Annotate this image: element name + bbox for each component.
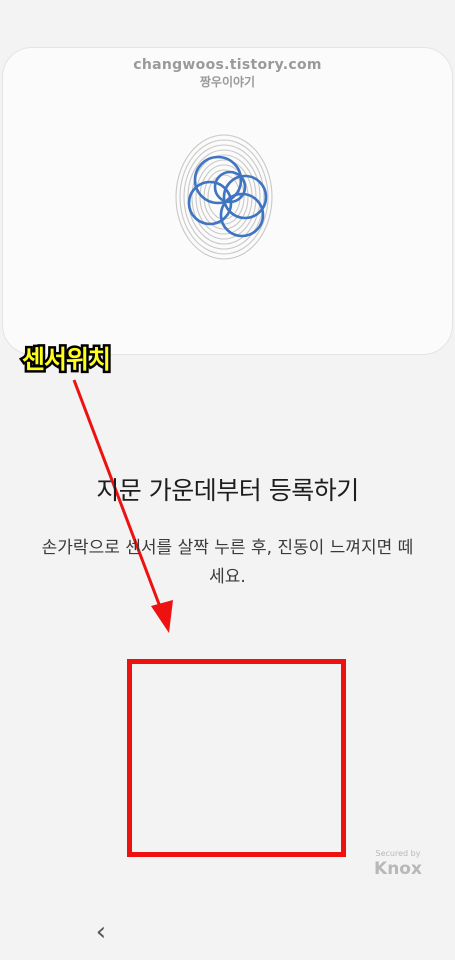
watermark-url: changwoos.tistory.com	[133, 57, 322, 73]
fingerprint-icon	[175, 134, 273, 260]
sensor-location-label: 센서위치	[19, 343, 113, 377]
back-button[interactable]: ‹	[86, 915, 116, 949]
instruction-text: 손가락으로 센서를 살짝 누른 후, 진동이 느껴지면 떼세요.	[41, 538, 414, 587]
sensor-location-highlight	[127, 659, 346, 857]
chevron-left-icon: ‹	[95, 917, 107, 947]
secured-by-label: Secured by	[375, 849, 421, 858]
page-title: 지문 가운데부터 등록하기	[96, 476, 359, 505]
watermark-name: 짱우이야기	[199, 75, 256, 89]
knox-logo: Knox	[374, 859, 422, 879]
knox-badge: Secured by Knox	[368, 849, 428, 879]
